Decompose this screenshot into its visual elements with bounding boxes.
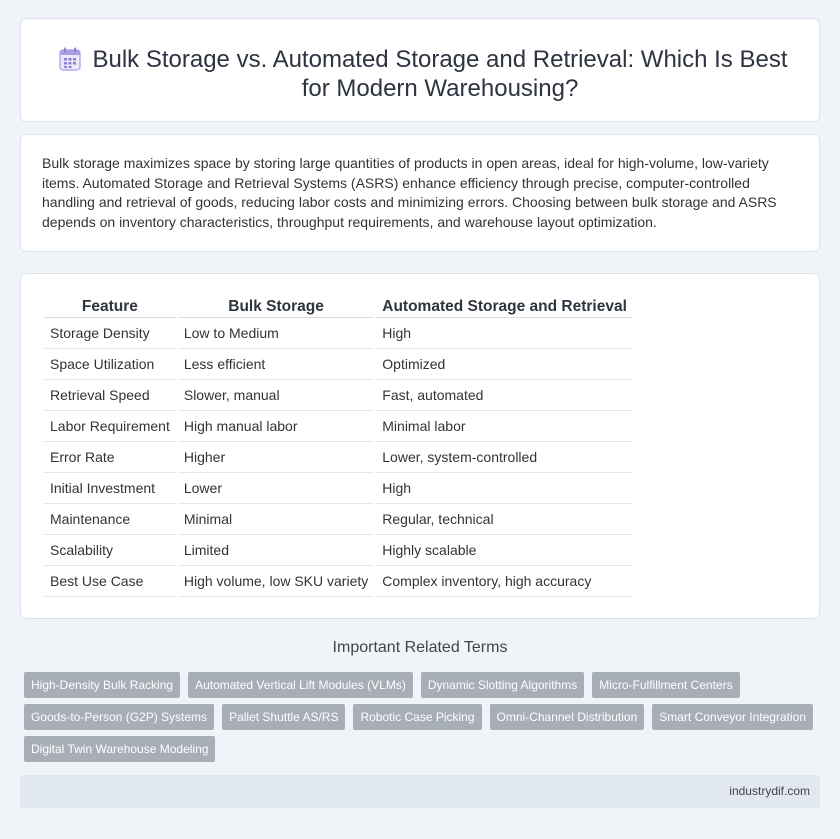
related-term-tag[interactable]: Goods-to-Person (G2P) Systems: [24, 704, 215, 730]
asrs-cell: Complex inventory, high accuracy: [376, 566, 633, 597]
bulk-storage-cell: High volume, low SKU variety: [177, 566, 375, 597]
table-row: Best Use Case High volume, low SKU varie…: [44, 566, 633, 597]
feature-cell: Retrieval Speed: [44, 380, 176, 411]
related-term-tag[interactable]: Omni-Channel Distribution: [489, 704, 645, 730]
feature-cell: Error Rate: [44, 442, 176, 473]
title-card: Bulk Storage vs. Automated Storage and R…: [20, 18, 820, 122]
footer-bar: industrydif.com: [20, 775, 820, 808]
feature-cell: Storage Density: [44, 318, 176, 349]
related-term-tag[interactable]: Micro-Fulfillment Centers: [592, 672, 740, 698]
table-row: Initial Investment Lower High: [44, 473, 633, 504]
column-header-feature: Feature: [44, 296, 176, 318]
bulk-storage-cell: Low to Medium: [177, 318, 375, 349]
feature-cell: Best Use Case: [44, 566, 176, 597]
bulk-storage-cell: Lower: [177, 473, 375, 504]
table-row: Space Utilization Less efficient Optimiz…: [44, 349, 633, 380]
asrs-cell: Regular, technical: [376, 504, 633, 535]
feature-cell: Space Utilization: [44, 349, 176, 380]
related-term-tag[interactable]: Robotic Case Picking: [353, 704, 482, 730]
intro-paragraph: Bulk storage maximizes space by storing …: [42, 155, 777, 230]
related-term-tag[interactable]: Smart Conveyor Integration: [652, 704, 814, 730]
related-term-tag[interactable]: Automated Vertical Lift Modules (VLMs): [188, 672, 413, 698]
related-terms-list: High-Density Bulk Racking Automated Vert…: [24, 672, 824, 762]
asrs-cell: Lower, system-controlled: [376, 442, 633, 473]
bulk-storage-cell: Higher: [177, 442, 375, 473]
asrs-cell: Highly scalable: [376, 535, 633, 566]
feature-cell: Labor Requirement: [44, 411, 176, 442]
asrs-cell: Optimized: [376, 349, 633, 380]
column-header-bulk-storage: Bulk Storage: [177, 296, 375, 318]
feature-cell: Initial Investment: [44, 473, 176, 504]
asrs-cell: High: [376, 318, 633, 349]
bulk-storage-cell: Limited: [177, 535, 375, 566]
comparison-card: Feature Bulk Storage Automated Storage a…: [20, 273, 820, 619]
bulk-storage-cell: Less efficient: [177, 349, 375, 380]
related-term-tag[interactable]: High-Density Bulk Racking: [24, 672, 181, 698]
column-header-asrs: Automated Storage and Retrieval: [376, 296, 633, 318]
table-row: Error Rate Higher Lower, system-controll…: [44, 442, 633, 473]
feature-cell: Maintenance: [44, 504, 176, 535]
table-row: Storage Density Low to Medium High: [44, 318, 633, 349]
page-title: Bulk Storage vs. Automated Storage and R…: [92, 46, 788, 102]
comparison-table: Feature Bulk Storage Automated Storage a…: [42, 296, 635, 597]
footer-site-name[interactable]: industrydif.com: [729, 784, 810, 798]
bulk-storage-cell: Minimal: [177, 504, 375, 535]
related-term-tag[interactable]: Pallet Shuttle AS/RS: [222, 704, 346, 730]
table-row: Labor Requirement High manual labor Mini…: [44, 411, 633, 442]
asrs-cell: Minimal labor: [376, 411, 633, 442]
intro-card: Bulk storage maximizes space by storing …: [20, 134, 820, 252]
bulk-storage-cell: Slower, manual: [177, 380, 375, 411]
bulk-storage-cell: High manual labor: [177, 411, 375, 442]
asrs-cell: High: [376, 473, 633, 504]
related-term-tag[interactable]: Dynamic Slotting Algorithms: [420, 672, 585, 698]
table-row: Maintenance Minimal Regular, technical: [44, 504, 633, 535]
related-term-tag[interactable]: Digital Twin Warehouse Modeling: [24, 736, 216, 762]
calendar-icon: [59, 47, 81, 76]
feature-cell: Scalability: [44, 535, 176, 566]
related-terms-heading: Important Related Terms: [332, 639, 508, 656]
table-row: Scalability Limited Highly scalable: [44, 535, 633, 566]
asrs-cell: Fast, automated: [376, 380, 633, 411]
table-header-row: Feature Bulk Storage Automated Storage a…: [44, 296, 633, 318]
table-row: Retrieval Speed Slower, manual Fast, aut…: [44, 380, 633, 411]
